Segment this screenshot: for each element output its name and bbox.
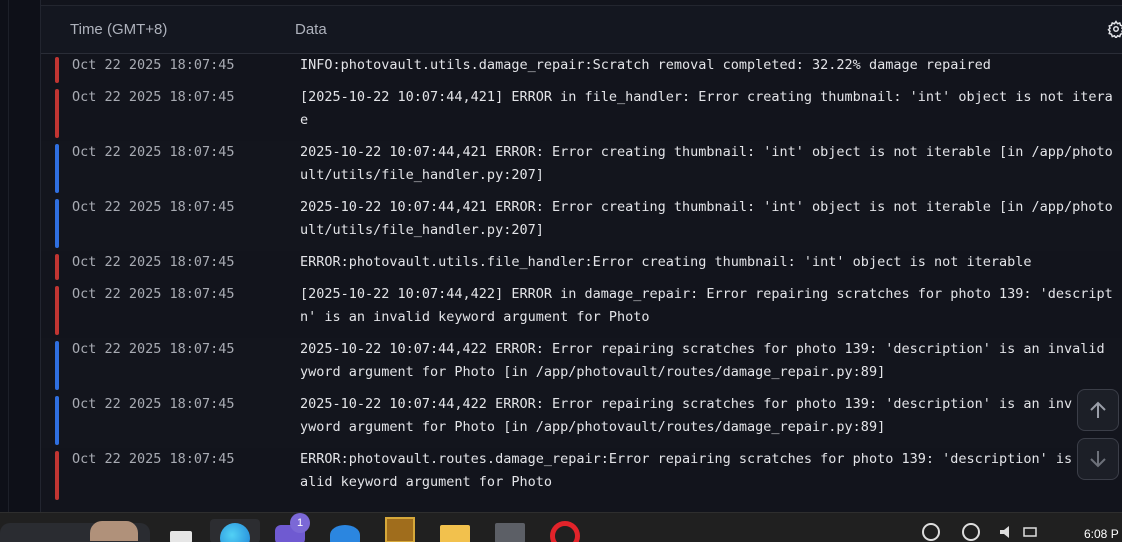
- info-level-marker: [55, 341, 59, 390]
- log-time: Oct 22 2025 18:07:45: [72, 451, 235, 467]
- log-time: Oct 22 2025 18:07:45: [72, 396, 235, 412]
- error-level-marker: [55, 451, 59, 500]
- log-row[interactable]: Oct 22 2025 18:07:45 ERROR:photovault.rou…: [41, 448, 1122, 503]
- log-time: Oct 22 2025 18:07:45: [72, 144, 235, 160]
- arrow-up-icon: [1090, 401, 1106, 418]
- log-message-line: 2025-10-22 10:07:44,422 ERROR: Error rep…: [300, 341, 1105, 357]
- log-row[interactable]: Oct 22 2025 18:07:45 2025-10-22 10:07:44,…: [41, 196, 1122, 251]
- log-row[interactable]: Oct 22 2025 18:07:45 [2025-10-22 10:07:44…: [41, 86, 1122, 141]
- battery-icon[interactable]: [1022, 523, 1040, 541]
- log-message-line: [2025-10-22 10:07:44,422] ERROR in damag…: [300, 286, 1113, 302]
- scroll-down-button[interactable]: [1077, 438, 1119, 480]
- edge-taskbar-tile[interactable]: [210, 519, 260, 542]
- gear-icon[interactable]: [1107, 20, 1122, 43]
- log-message-line: yword argument for Photo [in /app/photov…: [300, 419, 886, 435]
- error-level-marker: [55, 254, 59, 280]
- time-column-header[interactable]: Time (GMT+8): [70, 21, 167, 38]
- info-level-marker: [55, 144, 59, 193]
- log-rows: Oct 22 2025 18:07:45 INFO:photovault.util…: [41, 54, 1122, 503]
- log-message-line: 2025-10-22 10:07:44,421 ERROR: Error cre…: [300, 199, 1113, 215]
- log-message: [2025-10-22 10:07:44,422] ERROR in damag…: [300, 283, 1113, 329]
- taskbar-clock[interactable]: 6:08 P: [1084, 527, 1119, 541]
- log-time: Oct 22 2025 18:07:45: [72, 254, 235, 270]
- log-message: ERROR:photovault.utils.file_handler:Erro…: [300, 251, 1032, 274]
- wifi-icon[interactable]: [962, 523, 980, 541]
- log-time: Oct 22 2025 18:07:45: [72, 57, 235, 73]
- data-column-header[interactable]: Data: [295, 21, 327, 38]
- app-shield-icon[interactable]: [385, 517, 415, 542]
- weather-widget-icon[interactable]: [90, 521, 138, 541]
- log-message: INFO:photovault.utils.damage_repair:Scra…: [300, 54, 991, 77]
- error-level-marker: [55, 89, 59, 138]
- log-message-line: e: [300, 112, 309, 128]
- log-message: 2025-10-22 10:07:44,422 ERROR: Error rep…: [300, 393, 1072, 439]
- log-message: 2025-10-22 10:07:44,421 ERROR: Error cre…: [300, 196, 1113, 242]
- taskbar: 1 6:08 P: [0, 512, 1122, 542]
- log-time: Oct 22 2025 18:07:45: [72, 286, 235, 302]
- sidebar-divider: [8, 0, 9, 512]
- edge-icon: [220, 523, 250, 542]
- log-row[interactable]: Oct 22 2025 18:07:45 2025-10-22 10:07:44,…: [41, 141, 1122, 196]
- log-table-header: Time (GMT+8) Data: [41, 6, 1122, 54]
- log-message-line: alid keyword argument for Photo: [300, 474, 552, 490]
- refresh-tray-icon[interactable]: [922, 523, 940, 541]
- log-panel: Time (GMT+8) Data Oct 22 2025 18:07:45 IN…: [41, 0, 1122, 512]
- log-message-line: yword argument for Photo [in /app/photov…: [300, 364, 886, 380]
- terminal-icon[interactable]: [495, 523, 525, 542]
- arrow-down-icon: [1090, 451, 1106, 468]
- log-message-line: 2025-10-22 10:07:44,421 ERROR: Error cre…: [300, 144, 1113, 160]
- error-level-marker: [55, 57, 59, 83]
- log-message-line: [2025-10-22 10:07:44,421] ERROR in file_…: [300, 89, 1113, 105]
- log-time: Oct 22 2025 18:07:45: [72, 341, 235, 357]
- log-time: Oct 22 2025 18:07:45: [72, 199, 235, 215]
- left-sidebar-strip: [0, 0, 41, 512]
- log-message-line: ult/utils/file_handler.py:207]: [300, 222, 544, 238]
- log-message-line: 2025-10-22 10:07:44,422 ERROR: Error rep…: [300, 396, 1073, 412]
- log-row[interactable]: Oct 22 2025 18:07:45 2025-10-22 10:07:44,…: [41, 393, 1122, 448]
- log-message: [2025-10-22 10:07:44,421] ERROR in file_…: [300, 86, 1113, 132]
- log-row[interactable]: Oct 22 2025 18:07:45 ERROR:photovault.uti…: [41, 251, 1122, 283]
- log-time: Oct 22 2025 18:07:45: [72, 89, 235, 105]
- copilot-icon[interactable]: [330, 525, 360, 542]
- volume-icon[interactable]: [998, 523, 1016, 541]
- log-message: 2025-10-22 10:07:44,422 ERROR: Error rep…: [300, 338, 1105, 384]
- log-message-line: ERROR:photovault.utils.file_handler:Erro…: [300, 254, 1032, 270]
- log-row[interactable]: Oct 22 2025 18:07:45 2025-10-22 10:07:44,…: [41, 338, 1122, 393]
- log-row[interactable]: Oct 22 2025 18:07:45 [2025-10-22 10:07:44…: [41, 283, 1122, 338]
- log-message-line: INFO:photovault.utils.damage_repair:Scra…: [300, 57, 991, 73]
- info-level-marker: [55, 199, 59, 248]
- log-row[interactable]: Oct 22 2025 18:07:45 INFO:photovault.util…: [41, 54, 1122, 86]
- file-explorer-icon[interactable]: [440, 525, 470, 542]
- opera-icon[interactable]: [550, 521, 580, 542]
- log-message: 2025-10-22 10:07:44,421 ERROR: Error cre…: [300, 141, 1113, 187]
- log-message-line: ERROR:photovault.routes.damage_repair:Er…: [300, 451, 1113, 467]
- log-message-line: n' is an invalid keyword argument for Ph…: [300, 309, 650, 325]
- notification-badge: 1: [290, 513, 310, 533]
- task-view-icon[interactable]: [170, 531, 192, 542]
- log-message: ERROR:photovault.routes.damage_repair:Er…: [300, 448, 1113, 494]
- info-level-marker: [55, 396, 59, 445]
- scroll-up-button[interactable]: [1077, 389, 1119, 431]
- error-level-marker: [55, 286, 59, 335]
- log-message-line: ult/utils/file_handler.py:207]: [300, 167, 544, 183]
